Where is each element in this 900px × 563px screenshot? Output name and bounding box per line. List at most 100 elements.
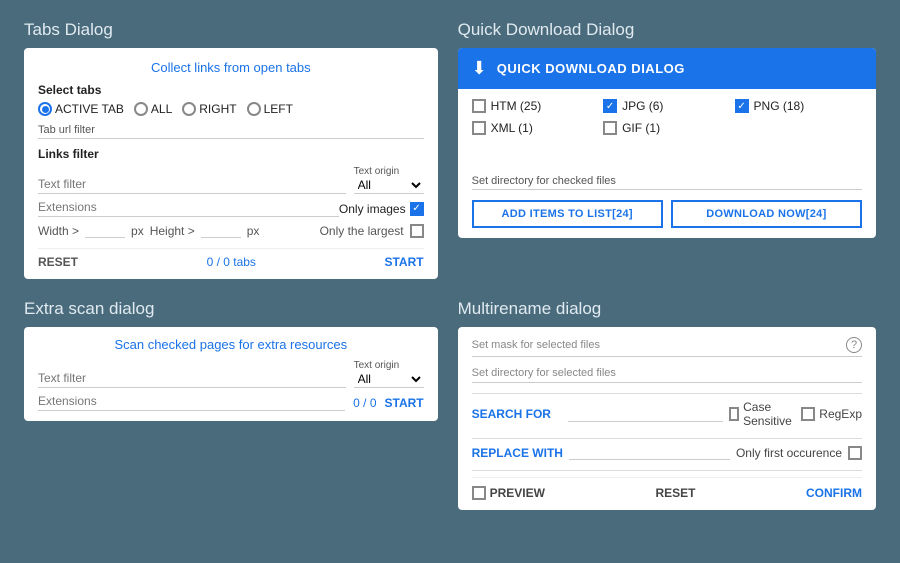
radio-label-all: ALL xyxy=(151,102,172,116)
qd-png[interactable]: ✓ PNG (18) xyxy=(735,99,862,113)
qd-directory-label: Set directory for checked files xyxy=(472,175,862,190)
extra-text-origin-label: Text origin xyxy=(354,360,400,371)
case-sensitive-check[interactable]: Case Sensitive xyxy=(729,400,796,428)
preview-checkbox[interactable] xyxy=(472,486,486,500)
radio-circle-right xyxy=(182,102,196,116)
regexp-check[interactable]: RegExp xyxy=(801,407,862,421)
qd-gif[interactable]: GIF (1) xyxy=(603,121,730,135)
htm-label: HTM (25) xyxy=(491,99,542,113)
tabs-counter: 0 / 0 tabs xyxy=(207,255,256,269)
radio-label-left: LEFT xyxy=(264,102,293,116)
qd-actions: ADD ITEMS TO LIST[24] DOWNLOAD NOW[24] xyxy=(472,200,862,228)
extra-start-button[interactable]: START xyxy=(385,396,424,410)
qd-xml[interactable]: XML (1) xyxy=(472,121,599,135)
extra-scan-title: Extra scan dialog xyxy=(24,299,438,319)
add-items-button[interactable]: ADD ITEMS TO LIST[24] xyxy=(472,200,663,228)
tabs-bottom-bar: RESET 0 / 0 tabs START xyxy=(38,248,424,269)
mr-search-row: SEARCH FOR Case Sensitive RegExp xyxy=(472,400,862,428)
extra-scan-subtitle: Scan checked pages for extra resources xyxy=(38,337,424,352)
width-label: Width > xyxy=(38,224,79,238)
radio-active-tab[interactable]: ACTIVE TAB xyxy=(38,102,124,116)
search-for-input[interactable] xyxy=(568,407,723,422)
only-largest-checkbox[interactable] xyxy=(410,224,424,238)
mr-mask-label: Set mask for selected files xyxy=(472,339,600,351)
tabs-start-button[interactable]: START xyxy=(384,255,423,269)
radio-right[interactable]: RIGHT xyxy=(182,102,236,116)
replace-with-input[interactable] xyxy=(569,445,730,460)
qd-jpg[interactable]: ✓ JPG (6) xyxy=(603,99,730,113)
gif-label: GIF (1) xyxy=(622,121,660,135)
links-filter-label: Links filter xyxy=(38,147,424,161)
mr-divider-1 xyxy=(472,393,862,394)
dimensions-row: Width > px Height > px Only the largest xyxy=(38,223,424,238)
only-first-checkbox[interactable] xyxy=(848,446,862,460)
extensions-row: Extensions Only images ✓ xyxy=(38,200,424,217)
extra-text-origin-select[interactable]: All URL Title Alt xyxy=(354,371,424,388)
only-first-label: Only first occurence xyxy=(736,446,842,460)
mr-help-icon[interactable]: ? xyxy=(846,337,862,353)
text-origin-group: Text origin All URL Title Alt xyxy=(354,166,424,194)
preview-label: PREVIEW xyxy=(490,486,545,500)
extensions-input[interactable]: Extensions xyxy=(38,200,339,217)
png-checkbox[interactable]: ✓ xyxy=(735,99,749,113)
mr-directory-field[interactable]: Set directory for selected files xyxy=(472,367,862,383)
tabs-reset-button[interactable]: RESET xyxy=(38,255,78,269)
extra-text-filter-input[interactable] xyxy=(38,371,346,388)
mr-preview-item[interactable]: PREVIEW xyxy=(472,486,545,500)
radio-all[interactable]: ALL xyxy=(134,102,172,116)
text-origin-select[interactable]: All URL Title Alt xyxy=(354,177,424,194)
regexp-checkbox[interactable] xyxy=(801,407,815,421)
select-tabs-label: Select tabs xyxy=(38,83,424,97)
text-filter-input[interactable] xyxy=(38,177,346,194)
text-origin-label: Text origin xyxy=(354,166,400,177)
mr-mask-field: Set mask for selected files ? xyxy=(472,337,862,357)
xml-label: XML (1) xyxy=(491,121,533,135)
qd-body: HTM (25) ✓ JPG (6) ✓ PNG (18) XML (1) xyxy=(458,89,876,238)
multirename-title: Multirename dialog xyxy=(458,299,876,319)
extra-extensions-row: Extensions 0 / 0 START xyxy=(38,394,424,411)
radio-circle-all xyxy=(134,102,148,116)
jpg-checkbox[interactable]: ✓ xyxy=(603,99,617,113)
radio-circle-active xyxy=(38,102,52,116)
mr-confirm-button[interactable]: CONFIRM xyxy=(806,486,862,500)
radio-left[interactable]: LEFT xyxy=(247,102,293,116)
radio-label-active: ACTIVE TAB xyxy=(55,102,124,116)
tab-url-filter-input[interactable]: Tab url filter xyxy=(38,124,424,139)
mr-reset-button[interactable]: RESET xyxy=(655,486,695,500)
height-label: Height > xyxy=(150,224,195,238)
download-icon: ⬇ xyxy=(472,58,487,79)
only-images-label: Only images xyxy=(339,202,406,216)
regexp-label: RegExp xyxy=(819,407,862,421)
px-label-2: px xyxy=(247,224,260,238)
px-label-1: px xyxy=(131,224,144,238)
collect-links-label: Collect links from open tabs xyxy=(38,60,424,75)
tabs-dialog-box: Collect links from open tabs Select tabs… xyxy=(24,48,438,279)
width-input[interactable] xyxy=(85,223,125,238)
extra-extensions-input[interactable]: Extensions xyxy=(38,394,345,411)
tab-select-radio-group: ACTIVE TAB ALL RIGHT LEFT xyxy=(38,102,424,116)
radio-circle-left xyxy=(247,102,261,116)
extra-counter: 0 / 0 xyxy=(353,396,376,410)
case-sensitive-checkbox[interactable] xyxy=(729,407,740,421)
qd-header: ⬇ QUICK DOWNLOAD DIALOG xyxy=(458,48,876,89)
qd-htm[interactable]: HTM (25) xyxy=(472,99,599,113)
png-label: PNG (18) xyxy=(754,99,805,113)
qd-file-types: HTM (25) ✓ JPG (6) ✓ PNG (18) XML (1) xyxy=(472,99,862,135)
quick-download-title: Quick Download Dialog xyxy=(458,20,876,40)
htm-checkbox[interactable] xyxy=(472,99,486,113)
height-input[interactable] xyxy=(201,223,241,238)
radio-label-right: RIGHT xyxy=(199,102,236,116)
qd-header-title: QUICK DOWNLOAD DIALOG xyxy=(497,61,685,76)
download-now-button[interactable]: DOWNLOAD NOW[24] xyxy=(671,200,862,228)
xml-checkbox[interactable] xyxy=(472,121,486,135)
text-filter-row: Text origin All URL Title Alt xyxy=(38,166,424,194)
only-images-group: Only images ✓ xyxy=(339,202,424,216)
only-largest-label: Only the largest xyxy=(320,224,404,238)
quick-download-box: ⬇ QUICK DOWNLOAD DIALOG HTM (25) ✓ JPG (… xyxy=(458,48,876,238)
only-images-checkbox[interactable]: ✓ xyxy=(410,202,424,216)
extra-text-origin-group: Text origin All URL Title Alt xyxy=(354,360,424,388)
mr-directory-label: Set directory for selected files xyxy=(472,367,616,379)
jpg-label: JPG (6) xyxy=(622,99,663,113)
gif-checkbox[interactable] xyxy=(603,121,617,135)
mr-divider-3 xyxy=(472,470,862,471)
